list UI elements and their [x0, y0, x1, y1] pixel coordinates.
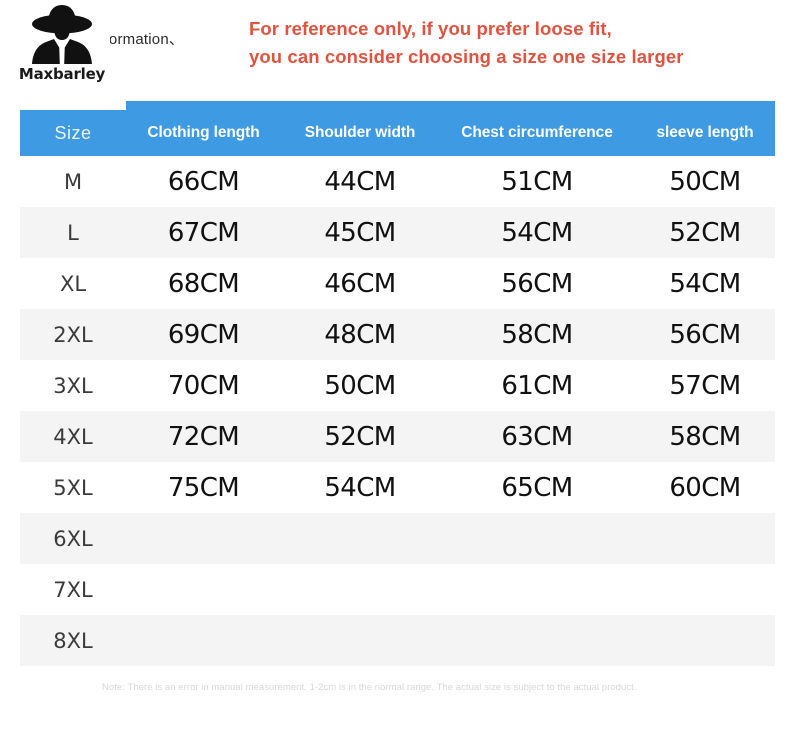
column-header-chest-circumference: Chest circumference [461, 124, 613, 141]
table-row: 7XL [20, 564, 775, 615]
table-row: 2XL 69CM 48CM 58CM 56CM [20, 309, 775, 360]
table-row: 8XL [20, 615, 775, 666]
cell-chest-circumference: 65CM [501, 472, 573, 503]
cell-clothing-length: 75CM [167, 472, 240, 503]
column-header-shoulder-width: Shoulder width [304, 124, 416, 141]
cell-chest-circumference: 56CM [501, 268, 573, 299]
cell-shoulder-width: 45CM [324, 217, 396, 248]
brand-logo: Maxbarley [14, 2, 110, 94]
cell-clothing-length: 72CM [167, 421, 240, 452]
cell-shoulder-width: 48CM [324, 319, 396, 350]
brand-name: Maxbarley [18, 65, 106, 83]
measurement-note: Note: There is an error in manual measur… [102, 682, 637, 693]
cell-chest-circumference: 61CM [501, 370, 573, 401]
cell-size: 2XL [53, 322, 93, 347]
cell-clothing-length: 66CM [167, 166, 240, 197]
cell-chest-circumference: 58CM [501, 319, 573, 350]
cell-size: 6XL [53, 526, 93, 551]
table-row: 6XL [20, 513, 775, 564]
table-header: Size Clothing length Shoulder width Ches… [20, 101, 775, 156]
person-in-hat-silhouette-icon [32, 5, 92, 64]
table-row: L 67CM 45CM 54CM 52CM [20, 207, 775, 258]
table-row: 5XL 75CM 54CM 65CM 60CM [20, 462, 775, 513]
cell-size: M [63, 169, 83, 194]
column-header-sleeve-length: sleeve length [656, 124, 754, 141]
table-body: M 66CM 44CM 51CM 50CM L 67CM 45CM 54CM 52CM XL 68CM… [20, 156, 775, 666]
size-notice-line-1: For reference only, if you prefer loose … [249, 18, 612, 39]
table-row: 4XL 72CM 52CM 63CM 58CM [20, 411, 775, 462]
cell-shoulder-width: 46CM [324, 268, 396, 299]
cell-sleeve-length: 52CM [669, 217, 741, 248]
table-row: M 66CM 44CM 51CM 50CM [20, 156, 775, 207]
cell-sleeve-length: 60CM [669, 472, 741, 503]
cell-size: L [67, 220, 79, 245]
cell-sleeve-length: 57CM [669, 370, 741, 401]
cell-sleeve-length: 58CM [669, 421, 741, 452]
cell-clothing-length: 68CM [167, 268, 240, 299]
cell-shoulder-width: 52CM [324, 421, 396, 452]
cell-size: 7XL [53, 577, 93, 602]
size-notice-line-2: you can consider choosing a size one siz… [249, 46, 684, 68]
cell-clothing-length: 67CM [167, 217, 240, 248]
cell-size: 5XL [53, 475, 93, 500]
cell-size: 3XL [53, 373, 93, 398]
table-header-row: Size Clothing length Shoulder width Ches… [20, 110, 775, 156]
cell-size: XL [59, 271, 87, 296]
cell-shoulder-width: 50CM [324, 370, 396, 401]
size-chart-table: Size Clothing length Shoulder width Ches… [20, 101, 775, 666]
header-area: Maxbarley nformation、 For reference only… [0, 0, 790, 100]
cell-sleeve-length: 50CM [669, 166, 741, 197]
cell-size: 8XL [53, 628, 93, 653]
table-row: XL 68CM 46CM 56CM 54CM [20, 258, 775, 309]
cell-shoulder-width: 44CM [324, 166, 396, 197]
cell-clothing-length: 69CM [167, 319, 240, 350]
column-header-size: Size [54, 122, 92, 143]
cell-sleeve-length: 54CM [669, 268, 741, 299]
cell-chest-circumference: 63CM [501, 421, 573, 452]
table-row: 3XL 70CM 50CM 61CM 57CM [20, 360, 775, 411]
cell-shoulder-width: 54CM [324, 472, 396, 503]
cell-chest-circumference: 54CM [501, 217, 573, 248]
cell-size: 4XL [53, 424, 93, 449]
cell-sleeve-length: 56CM [669, 319, 741, 350]
cell-chest-circumference: 51CM [501, 166, 573, 197]
column-header-clothing-length: Clothing length [147, 124, 260, 141]
size-notice: For reference only, if you prefer loose … [249, 15, 769, 71]
cell-clothing-length: 70CM [167, 370, 240, 401]
